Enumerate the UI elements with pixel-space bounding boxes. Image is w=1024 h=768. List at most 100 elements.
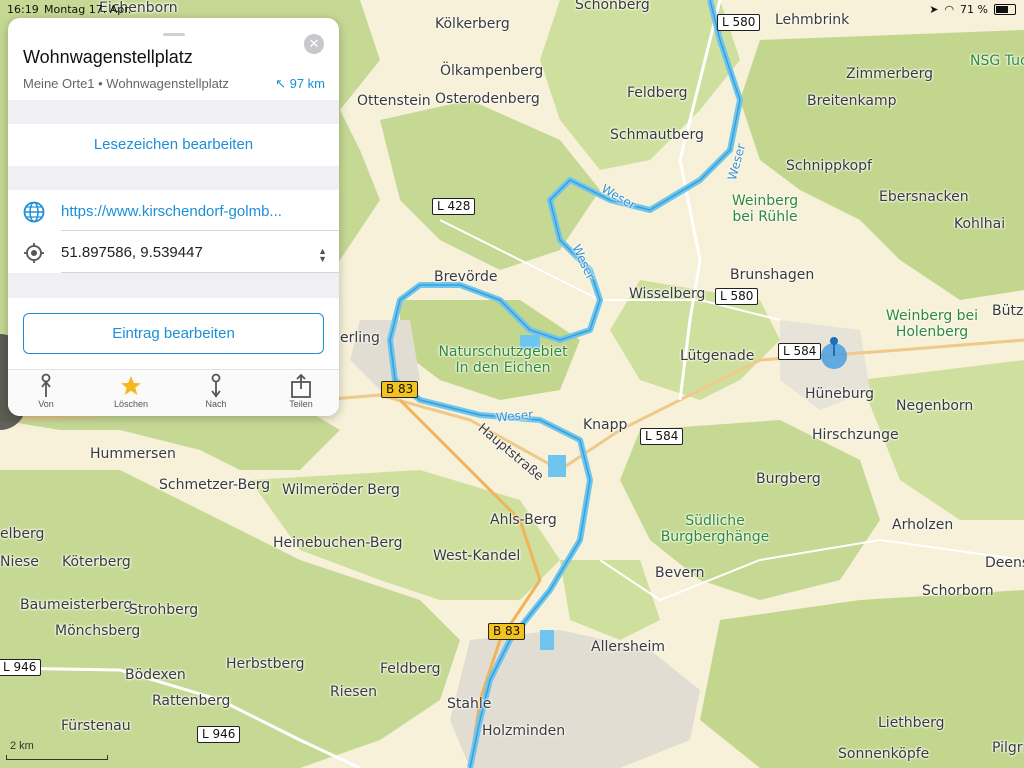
edit-entry-button[interactable]: Eintrag bearbeiten (23, 313, 324, 354)
map-label: Ottenstein (357, 93, 431, 109)
map-label: Sonnenköpfe (838, 746, 930, 762)
star-icon (121, 376, 141, 395)
map-label: Köterberg (62, 554, 131, 570)
share-button[interactable]: Teilen (266, 373, 336, 409)
map-label: Ölkampenberg (440, 63, 544, 79)
map-label: Fürstenau (61, 718, 131, 734)
map-label: Breitenkamp (807, 93, 897, 109)
distance-value: 97 km (289, 76, 325, 91)
map-green-label: Südliche Burgberghänge (660, 513, 770, 545)
map-label: NSG Tuc (970, 53, 1024, 69)
map-label: Ahls-Berg (490, 512, 557, 528)
map-label: Hirschzunge (812, 427, 899, 443)
map-label: Schnippkopf (786, 158, 872, 174)
map-label: Riesen (330, 684, 378, 700)
map-label: Brunshagen (730, 267, 815, 283)
map-label: Niese (0, 554, 39, 570)
road-shield: L 580 (715, 288, 759, 305)
section-gap (8, 273, 339, 298)
coordinates-value[interactable]: 51.897586, 9.539447 (61, 244, 203, 261)
map-label: Wisselberg (629, 286, 706, 302)
toolbar-label: Nach (205, 399, 227, 409)
status-time: 16:19 (7, 3, 39, 16)
road-shield: B 83 (381, 381, 419, 398)
map-label: Heinebuchen-Berg (273, 535, 403, 551)
battery-icon (994, 4, 1016, 15)
panel-grabber[interactable] (163, 33, 185, 36)
map-label: Herbstberg (226, 656, 305, 672)
route-to-button[interactable]: Nach (181, 373, 251, 409)
toolbar-label: Löschen (113, 399, 149, 409)
map-label: Wilmeröder Berg (282, 482, 400, 498)
website-link[interactable]: https://www.kirschendorf-golmb... (61, 203, 282, 220)
map-label: elberg (0, 526, 45, 542)
map-label: West-Kandel (433, 548, 521, 564)
delete-bookmark-button[interactable]: Löschen (96, 373, 166, 409)
map-label: Schmetzer-Berg (159, 477, 271, 493)
road-shield: B 83 (488, 623, 526, 640)
map-label: Mönchsberg (55, 623, 141, 639)
section-gap (8, 166, 339, 190)
map-label: Bütze (992, 303, 1024, 319)
map-label: Baumeisterberg (20, 597, 133, 613)
road-shield: L 584 (640, 428, 684, 445)
toolbar-label: Von (38, 399, 54, 409)
scale-bar (6, 755, 108, 760)
map-label: Ebersnacken (879, 189, 969, 205)
status-bar: 16:19 Montag 17. Apr. ➤ ◠ 71 % (0, 0, 1024, 20)
map-label: Rattenberg (152, 693, 231, 709)
coordinate-format-toggle[interactable]: ▲ ▼ (318, 247, 327, 264)
toolbar-label: Teilen (289, 399, 313, 409)
map-label: Liethberg (878, 715, 945, 731)
scale-label: 2 km (10, 740, 34, 752)
section-gap (8, 100, 339, 124)
map-label: Osterodenberg (435, 91, 540, 107)
share-icon (291, 373, 311, 398)
edit-bookmarks-button[interactable]: Lesezeichen bearbeiten (8, 124, 339, 166)
panel-subtitle: Meine Orte1 • Wohnwagenstellplatz (23, 76, 229, 91)
to-route-icon (211, 373, 221, 398)
road-shield: L 584 (778, 343, 822, 360)
map-label: Schmautberg (610, 127, 704, 143)
map-label: Burgberg (756, 471, 821, 487)
map-label: Strohberg (129, 602, 199, 618)
map-label: Schorborn (922, 583, 994, 599)
chevron-down-icon: ▼ (318, 254, 327, 264)
map-green-label: Naturschutzgebiet In den Eichen (438, 344, 568, 376)
panel-title: Wohnwagenstellplatz (23, 47, 193, 67)
from-route-icon (41, 373, 51, 397)
map-label: Hüneburg (805, 386, 875, 402)
close-button[interactable]: ✕ (304, 34, 324, 54)
map-label: Pilgri (992, 740, 1024, 756)
map-label: Holzminden (482, 723, 566, 739)
road-shield: L 946 (197, 726, 241, 743)
map-label: Allersheim (591, 639, 666, 655)
map-label: Deens (985, 555, 1024, 571)
map-label: Bödexen (125, 667, 186, 683)
road-shield: L 428 (432, 198, 476, 215)
map-green-label: Weinberg bei Rühle (731, 193, 799, 225)
map-label: Bevern (655, 565, 705, 581)
wifi-icon: ◠ (944, 3, 955, 16)
route-from-button[interactable]: Von (11, 373, 81, 409)
map-label: Knapp (583, 417, 628, 433)
map-green-label: Weinberg bei Holenberg (885, 308, 979, 340)
map-label: Lütgenade (680, 348, 755, 364)
location-arrow-icon: ➤ (929, 3, 939, 16)
map-label: Negenborn (896, 398, 974, 414)
map-label: Zimmerberg (846, 66, 934, 82)
map-label: Arholzen (892, 517, 954, 533)
location-target-icon (24, 243, 44, 263)
map-label: Stahle (447, 696, 492, 712)
map-label: Feldberg (380, 661, 441, 677)
globe-icon (23, 201, 45, 223)
divider (61, 230, 339, 231)
direction-arrow-icon: ↖ (275, 76, 286, 91)
panel-toolbar: Von Löschen Nach Teilen (8, 369, 339, 416)
road-shield: L 946 (0, 659, 42, 676)
map-label: Feldberg (627, 85, 688, 101)
map-label: erling (340, 330, 380, 346)
status-date: Montag 17. Apr. (44, 3, 132, 16)
map-label: Kohlhai (954, 216, 1006, 232)
bookmark-detail-panel: Wohnwagenstellplatz ✕ Meine Orte1 • Wohn… (8, 18, 339, 416)
